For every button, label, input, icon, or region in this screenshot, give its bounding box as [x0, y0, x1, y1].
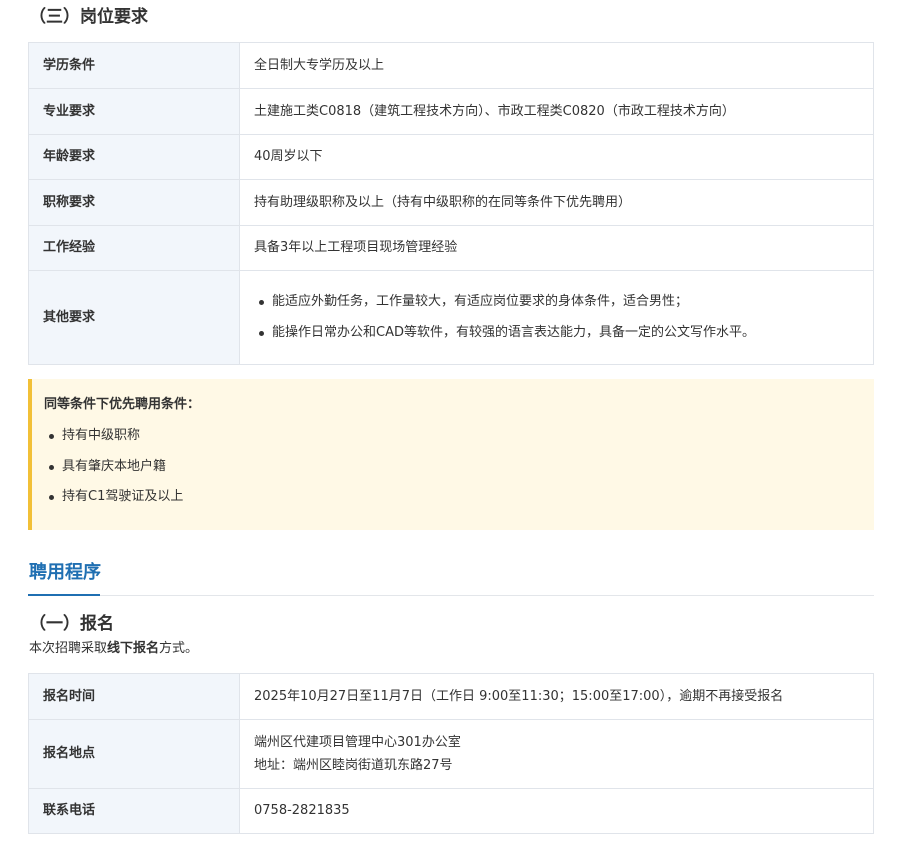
row-value-experience: 具备3年以上工程项目现场管理经验	[239, 225, 874, 271]
other-requirements-list: 能适应外勤任务，工作量较大，有适应岗位要求的身体条件，适合男性； 能操作日常办公…	[254, 292, 873, 343]
place-line-office: 端州区代建项目管理中心301办公室	[254, 735, 461, 750]
row-value-major: 土建施工类C0818（建筑工程技术方向）、市政工程类C0820（市政工程技术方向…	[239, 88, 874, 135]
list-item: 能操作日常办公和CAD等软件，有较强的语言表达能力，具备一定的公文写作水平。	[259, 323, 873, 343]
row-label-age: 年龄要求	[28, 134, 240, 180]
priority-note-box: 同等条件下优先聘用条件： 持有中级职称 具有肇庆本地户籍 持有C1驾驶证及以上	[28, 379, 874, 530]
procedure-section-title: 聘用程序	[29, 562, 101, 583]
priority-list: 持有中级职称 具有肇庆本地户籍 持有C1驾驶证及以上	[44, 426, 183, 518]
intro-emphasis: 线下报名	[107, 641, 160, 656]
priority-note-title: 同等条件下优先聘用条件：	[44, 397, 201, 412]
row-label-reg-time: 报名时间	[28, 673, 240, 720]
intro-text: 本次招聘采取	[29, 641, 108, 656]
list-item: 能适应外勤任务，工作量较大，有适应岗位要求的身体条件，适合男性；	[259, 292, 873, 312]
row-value-phone: 0758-2821835	[239, 788, 874, 834]
row-value-age: 40周岁以下	[239, 134, 874, 180]
row-value-reg-time: 2025年10月27日至11月7日（工作日 9:00至11:30；15:00至1…	[239, 673, 874, 720]
table-row: 报名时间 2025年10月27日至11月7日（工作日 9:00至11:30；15…	[28, 673, 874, 720]
table-row: 报名地点 端州区代建项目管理中心301办公室 地址：端州区睦岗街道玑东路27号	[28, 719, 874, 789]
section-divider-accent	[28, 594, 100, 596]
table-row: 学历条件 全日制大专学历及以上	[28, 42, 874, 89]
list-item: 具有肇庆本地户籍	[48, 457, 183, 477]
intro-text-end: 方式。	[159, 641, 199, 656]
list-item: 持有C1驾驶证及以上	[48, 487, 183, 507]
row-label-reg-place: 报名地点	[28, 719, 240, 789]
recruitment-page: （三）岗位要求 学历条件 全日制大专学历及以上 专业要求 土建施工类C0818（…	[0, 0, 906, 845]
table-row: 年龄要求 40周岁以下	[28, 134, 874, 180]
table-row: 联系电话 0758-2821835	[28, 788, 874, 834]
table-row: 其他要求 能适应外勤任务，工作量较大，有适应岗位要求的身体条件，适合男性； 能操…	[28, 270, 874, 365]
list-item: 持有中级职称	[48, 426, 183, 446]
row-label-other: 其他要求	[28, 270, 240, 365]
row-value-reg-place: 端州区代建项目管理中心301办公室 地址：端州区睦岗街道玑东路27号	[239, 719, 874, 789]
row-label-major: 专业要求	[28, 88, 240, 135]
table-row: 工作经验 具备3年以上工程项目现场管理经验	[28, 225, 874, 271]
registration-table: 报名时间 2025年10月27日至11月7日（工作日 9:00至11:30；15…	[28, 673, 874, 834]
row-label-phone: 联系电话	[28, 788, 240, 834]
requirements-table: 学历条件 全日制大专学历及以上 专业要求 土建施工类C0818（建筑工程技术方向…	[28, 42, 874, 365]
table-row: 职称要求 持有助理级职称及以上（持有中级职称的在同等条件下优先聘用）	[28, 179, 874, 226]
row-value-education: 全日制大专学历及以上	[239, 42, 874, 89]
section-divider	[28, 595, 874, 596]
row-value-title: 持有助理级职称及以上（持有中级职称的在同等条件下优先聘用）	[239, 179, 874, 226]
row-label-experience: 工作经验	[28, 225, 240, 271]
registration-heading: （一）报名	[29, 614, 114, 634]
table-row: 专业要求 土建施工类C0818（建筑工程技术方向）、市政工程类C0820（市政工…	[28, 88, 874, 135]
row-label-title: 职称要求	[28, 179, 240, 226]
row-label-education: 学历条件	[28, 42, 240, 89]
row-value-other: 能适应外勤任务，工作量较大，有适应岗位要求的身体条件，适合男性； 能操作日常办公…	[239, 270, 874, 365]
requirements-heading: （三）岗位要求	[29, 7, 148, 27]
registration-intro: 本次招聘采取线下报名方式。	[29, 640, 198, 658]
place-line-address: 地址：端州区睦岗街道玑东路27号	[254, 758, 453, 773]
